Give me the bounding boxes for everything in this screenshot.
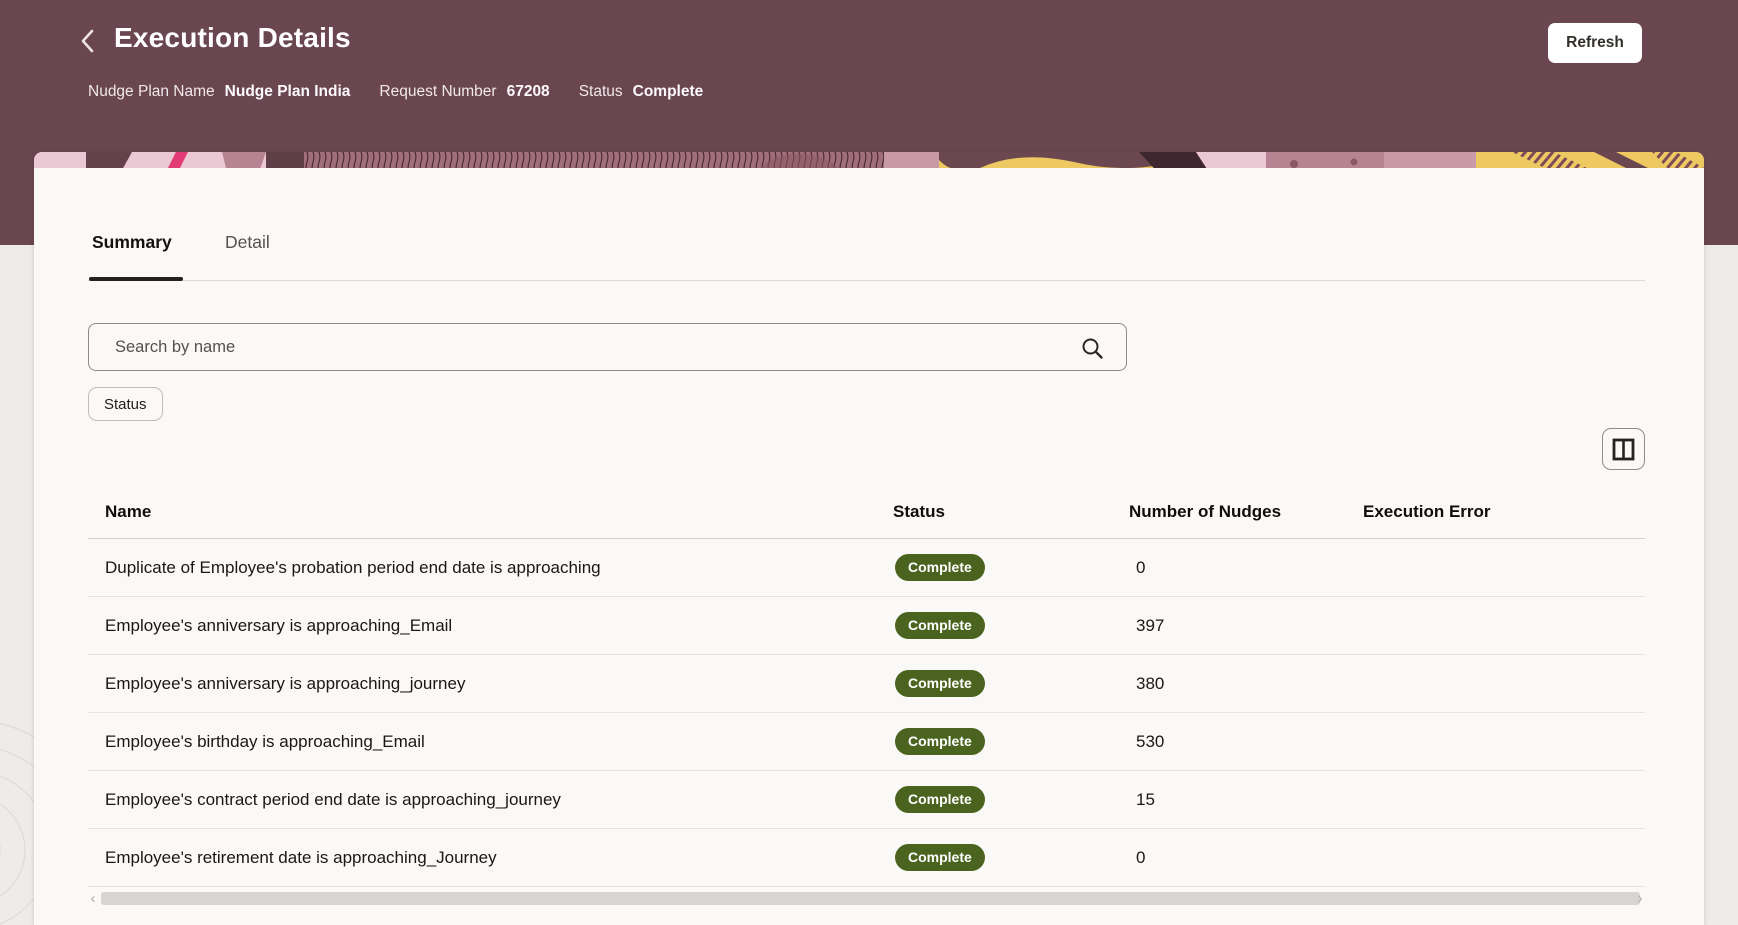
content-card: Summary Detail Status Name Status	[34, 152, 1704, 925]
search-box	[88, 323, 1127, 371]
meta-value: 67208	[506, 83, 550, 100]
meta-value: Complete	[632, 83, 704, 100]
cell-name: Employee's retirement date is approachin…	[105, 847, 497, 867]
cell-number-of-nudges: 397	[1136, 615, 1165, 635]
status-badge: Complete	[895, 670, 985, 697]
cell-name: Employee's anniversary is approaching_Em…	[105, 615, 453, 635]
columns-icon	[1612, 438, 1635, 460]
cell-name: Duplicate of Employee's probation period…	[105, 557, 601, 577]
status-badge: Complete	[895, 554, 985, 581]
column-selector-button[interactable]	[1602, 428, 1645, 470]
column-header-status[interactable]: Status	[893, 502, 1129, 522]
table-row: Employee's anniversary is approaching_Em…	[88, 597, 1645, 655]
cell-name: Employee's birthday is approaching_Email	[105, 731, 425, 751]
table-row: Employee's birthday is approaching_Email…	[88, 713, 1645, 771]
status-badge: Complete	[895, 844, 985, 871]
back-button[interactable]	[74, 28, 100, 56]
header-meta: Nudge Plan Name Nudge Plan India Request…	[88, 83, 703, 101]
status-badge: Complete	[895, 728, 985, 755]
chevron-left-icon	[81, 29, 94, 53]
scroll-left-button[interactable]: ‹	[88, 890, 98, 907]
page-title: Execution Details	[114, 22, 351, 53]
search-icon[interactable]	[1080, 336, 1104, 360]
tab-divider	[88, 280, 1645, 281]
cell-number-of-nudges: 15	[1136, 789, 1155, 809]
table-row: Employee's retirement date is approachin…	[88, 829, 1645, 887]
table-row: Employee's anniversary is approaching_jo…	[88, 655, 1645, 713]
table-row: Employee's contract period end date is a…	[88, 771, 1645, 829]
cell-name: Employee's contract period end date is a…	[105, 789, 561, 809]
cell-number-of-nudges: 0	[1136, 847, 1146, 867]
summary-panel: Summary Detail Status Name Status	[34, 168, 1704, 925]
table-header-row: Name Status Number of Nudges Execution E…	[88, 486, 1645, 539]
meta-status: Status Complete	[579, 83, 704, 101]
column-header-execution-error[interactable]: Execution Error	[1363, 502, 1645, 522]
scroll-right-button[interactable]: ›	[1635, 890, 1645, 907]
scrollbar-thumb[interactable]	[101, 892, 1640, 905]
column-header-number-of-nudges[interactable]: Number of Nudges	[1129, 502, 1363, 522]
meta-nudge-plan-name: Nudge Plan Name Nudge Plan India	[88, 83, 350, 101]
horizontal-scrollbar: ‹ ›	[88, 890, 1645, 908]
cell-number-of-nudges: 530	[1136, 731, 1165, 751]
active-tab-indicator	[89, 277, 183, 281]
cell-number-of-nudges: 0	[1136, 557, 1146, 577]
column-header-name[interactable]: Name	[105, 502, 893, 522]
meta-label: Nudge Plan Name	[88, 83, 215, 100]
search-input[interactable]	[89, 324, 1126, 370]
status-badge: Complete	[895, 786, 985, 813]
meta-label: Request Number	[379, 83, 497, 100]
results-table: Name Status Number of Nudges Execution E…	[88, 486, 1645, 887]
meta-request-number: Request Number 67208	[379, 83, 549, 101]
tab-detail[interactable]: Detail	[225, 232, 270, 253]
cell-number-of-nudges: 380	[1136, 673, 1165, 693]
meta-label: Status	[578, 83, 623, 100]
refresh-button[interactable]: Refresh	[1548, 23, 1642, 63]
table-row: Duplicate of Employee's probation period…	[88, 539, 1645, 597]
cell-name: Employee's anniversary is approaching_jo…	[105, 673, 466, 693]
meta-value: Nudge Plan India	[224, 83, 351, 100]
tab-summary[interactable]: Summary	[92, 232, 172, 253]
status-filter-chip[interactable]: Status	[88, 387, 163, 421]
status-badge: Complete	[895, 612, 985, 639]
